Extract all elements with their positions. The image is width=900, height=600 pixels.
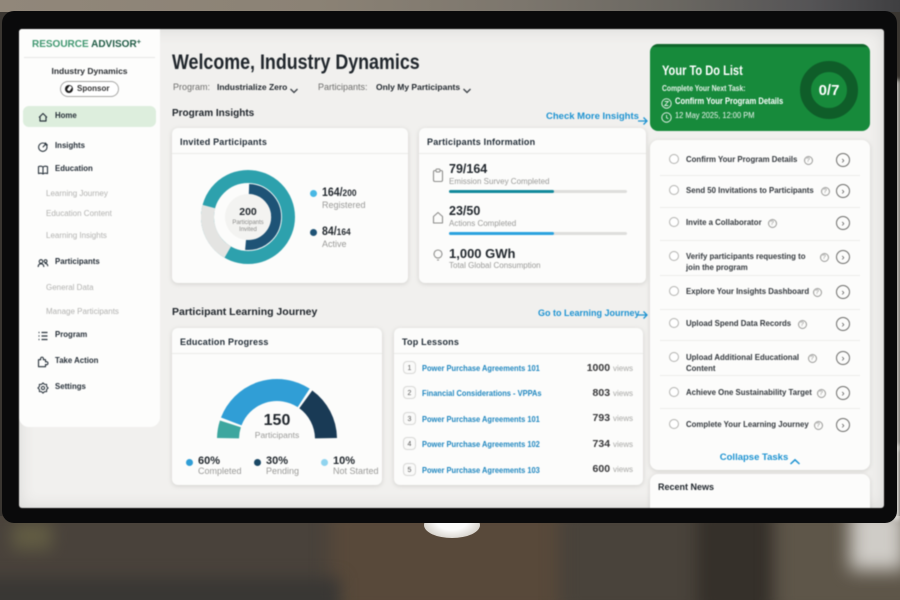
svg-text:Invited: Invited	[239, 227, 257, 233]
svg-text:Participants: Participants	[232, 220, 263, 226]
svg-text:200: 200	[239, 206, 257, 218]
